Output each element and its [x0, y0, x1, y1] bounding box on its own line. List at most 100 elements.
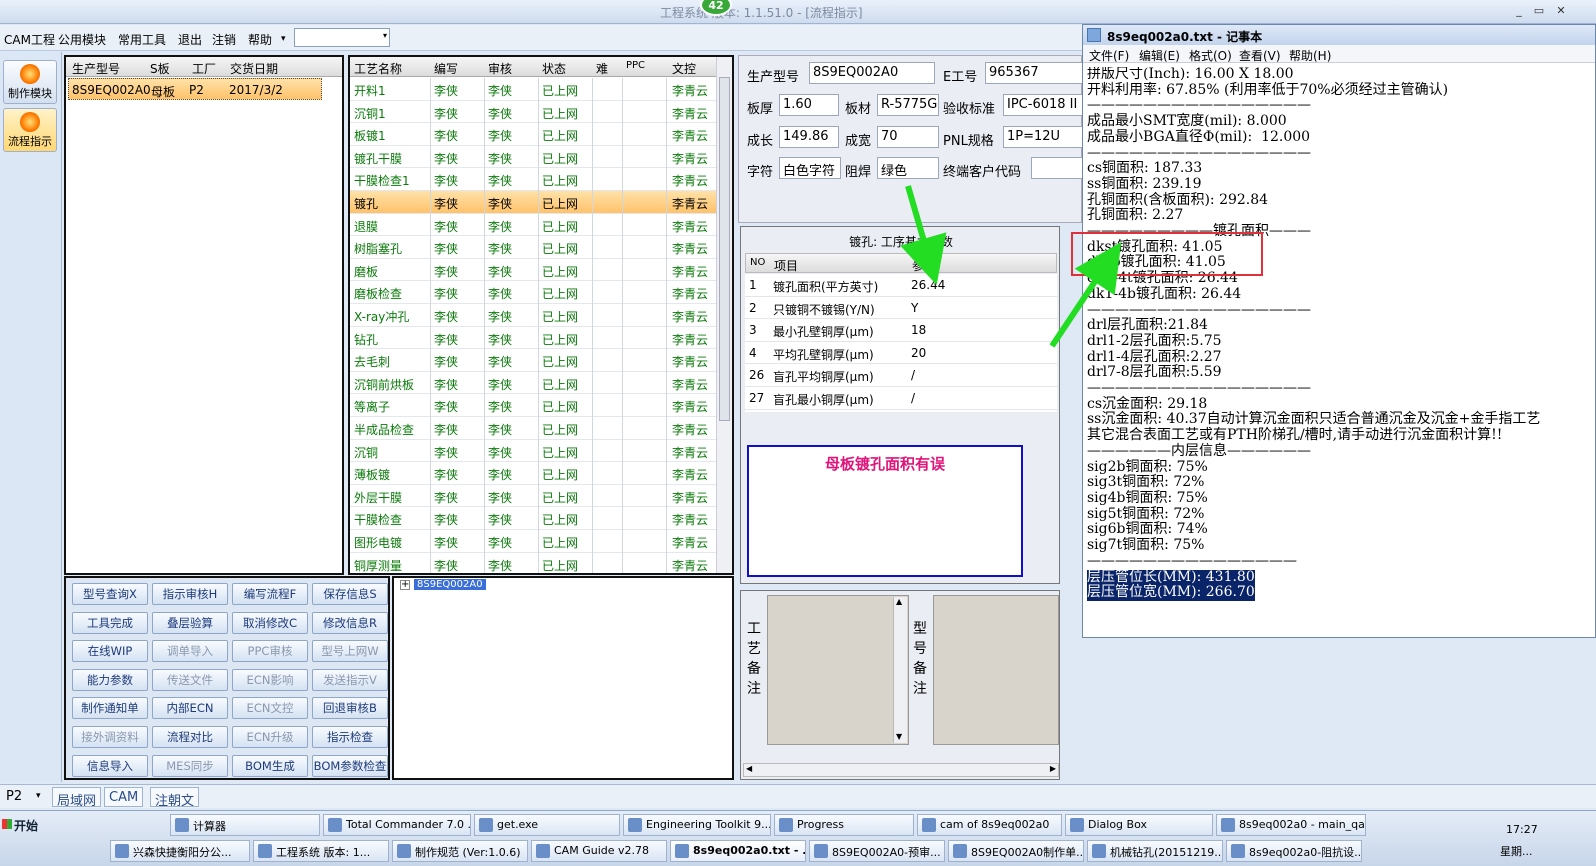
process-row[interactable]: 干膜检查1 李侠 李侠 已上网 李青云 — [350, 168, 716, 191]
craft-remark-scrollbar[interactable]: ▲ ▼ — [893, 597, 907, 743]
function-button[interactable]: 制作通知单 — [72, 697, 148, 720]
function-button[interactable]: BOM生成 — [232, 754, 308, 777]
col-param[interactable]: 参数 — [912, 257, 936, 274]
taskbar-item[interactable]: Engineering Toolkit 9.... — [623, 814, 771, 836]
taskbar-item[interactable]: 兴森快捷衡阳分公... — [110, 840, 250, 862]
function-button[interactable]: 型号查询X — [72, 583, 148, 605]
thickness-field[interactable]: 1.60 — [779, 94, 839, 116]
col-reviewer[interactable]: 审核 — [488, 60, 512, 77]
width-field[interactable]: 70 — [877, 126, 939, 148]
function-button[interactable]: 能力参数 — [72, 668, 148, 691]
param-row[interactable]: 26 盲孔平均铜厚(μm) / — [745, 364, 1057, 387]
solder-mask-field[interactable]: 绿色 — [877, 157, 939, 179]
function-button[interactable]: 接外调资料 — [72, 726, 148, 748]
taskbar-item[interactable]: 8S9EQ002A0-预审... — [809, 840, 945, 862]
function-button[interactable]: 内部ECN — [152, 697, 228, 720]
menu-help-arrow[interactable]: ▾ — [281, 34, 286, 44]
process-row[interactable]: 沉铜1 李侠 李侠 已上网 李青云 — [350, 101, 716, 124]
model-remark-field[interactable] — [933, 595, 1059, 745]
scroll-down-icon[interactable]: ▼ — [896, 732, 902, 741]
scroll-up-icon[interactable]: ▲ — [896, 597, 902, 606]
taskbar-item[interactable]: 机械钻孔(20151219... — [1087, 840, 1223, 862]
tab-cam[interactable]: CAM — [104, 787, 144, 807]
function-button[interactable]: 型号上网W — [312, 640, 388, 663]
process-row[interactable]: 开料1 李侠 李侠 已上网 李青云 — [350, 78, 716, 101]
process-row[interactable]: 镀孔干膜 李侠 李侠 已上网 李青云 — [350, 146, 716, 169]
col-process-name[interactable]: 工艺名称 — [354, 60, 402, 77]
taskbar-item[interactable]: Total Commander 7.0 ... — [323, 814, 471, 836]
process-row[interactable]: 图形电镀 李侠 李侠 已上网 李青云 — [350, 530, 716, 553]
function-button[interactable]: 指示审核H — [152, 583, 228, 605]
param-row[interactable]: 27 盲孔最小铜厚(μm) / — [745, 387, 1057, 410]
menu-exit[interactable]: 退出 — [178, 31, 202, 48]
process-row[interactable]: 镀孔 李侠 李侠 已上网 李青云 — [350, 191, 716, 214]
process-row[interactable]: 薄板镀 李侠 李侠 已上网 李青云 — [350, 462, 716, 485]
menu-common-tools[interactable]: 常用工具 — [118, 31, 166, 48]
close-button[interactable]: ✕ — [1552, 4, 1570, 18]
tab-user[interactable]: 注朝文 — [150, 787, 200, 809]
process-row[interactable]: 磨板检查 李侠 李侠 已上网 李青云 — [350, 281, 716, 304]
menu-cam[interactable]: CAM工程 — [4, 31, 55, 48]
process-row[interactable]: 板镀1 李侠 李侠 已上网 李青云 — [350, 123, 716, 146]
length-field[interactable]: 149.86 — [779, 126, 839, 148]
process-scrollbar[interactable] — [716, 57, 732, 573]
function-button[interactable]: ECN影响 — [232, 668, 308, 691]
col-difficulty[interactable]: 难 — [596, 60, 608, 77]
process-row[interactable]: 树脂塞孔 李侠 李侠 已上网 李青云 — [350, 236, 716, 259]
function-button[interactable]: 保存信息S — [312, 583, 388, 605]
function-button[interactable]: ECN升级 — [232, 726, 308, 748]
col-delivery-date[interactable]: 交货日期 — [230, 60, 278, 77]
taskbar-item[interactable]: 8S9EQ002A0制作单... — [948, 840, 1084, 862]
factory-combo-arrow[interactable]: ▾ — [36, 791, 41, 801]
horizontal-scrollbar[interactable]: ◀ ▶ — [743, 763, 1059, 777]
menu-combobox[interactable]: ▾ — [294, 28, 390, 47]
notepad-menu-file[interactable]: 文件(F) — [1089, 47, 1129, 64]
process-row[interactable]: 等离子 李侠 李侠 已上网 李青云 — [350, 394, 716, 417]
function-button[interactable]: MES同步 — [152, 754, 228, 777]
notepad-menu-edit[interactable]: 编辑(E) — [1139, 47, 1180, 64]
process-row[interactable]: 干膜检查 李侠 李侠 已上网 李青云 — [350, 507, 716, 530]
function-button[interactable]: 调单导入 — [152, 640, 228, 663]
function-button[interactable]: 取消修改C — [232, 611, 308, 634]
process-row[interactable]: X-ray冲孔 李侠 李侠 已上网 李青云 — [350, 304, 716, 327]
function-button[interactable]: 流程对比 — [152, 726, 228, 748]
notepad-text-area[interactable]: 拼版尺寸(Inch): 16.00 X 18.00 开料利用率: 67.85% (… — [1087, 67, 1593, 637]
notepad-menu-help[interactable]: 帮助(H) — [1289, 47, 1331, 64]
function-button[interactable]: 工具完成 — [72, 611, 148, 634]
scroll-right-icon[interactable]: ▶ — [1050, 764, 1056, 773]
taskbar-item[interactable]: cam of 8s9eq002a0 — [917, 814, 1062, 836]
customer-code-field[interactable] — [1031, 157, 1083, 179]
taskbar-item[interactable]: get.exe — [474, 814, 620, 836]
notepad-menu-format[interactable]: 格式(O) — [1189, 47, 1232, 64]
function-button[interactable]: 修改信息R — [312, 611, 388, 634]
material-field[interactable]: R-5775G — [877, 94, 939, 116]
function-button[interactable]: 编写流程F — [232, 583, 308, 605]
pnl-field[interactable]: 1P=12U — [1003, 126, 1083, 148]
standard-field[interactable]: IPC-6018 II — [1003, 94, 1083, 116]
process-row[interactable]: 外层干膜 李侠 李侠 已上网 李青云 — [350, 485, 716, 508]
menu-logout[interactable]: 注销 — [212, 31, 236, 48]
process-row[interactable]: 半成品检查 李侠 李侠 已上网 李青云 — [350, 417, 716, 440]
col-doc-control[interactable]: 文控 — [672, 60, 696, 77]
col-item[interactable]: 项目 — [774, 257, 798, 274]
param-row[interactable]: 3 最小孔壁铜厚(μm) 18 — [745, 319, 1057, 342]
expand-icon[interactable]: + — [400, 580, 410, 590]
maximize-button[interactable]: ▭ — [1530, 4, 1548, 18]
taskbar-item[interactable]: CAM Guide v2.78 — [531, 840, 667, 862]
taskbar-item[interactable]: 工程系统 版本: 1... — [253, 840, 389, 862]
function-button[interactable]: 传送文件 — [152, 668, 228, 691]
tree-node[interactable]: 8S9EQ002A0 — [414, 579, 486, 590]
col-writer[interactable]: 编写 — [434, 60, 458, 77]
col-model[interactable]: 生产型号 — [72, 60, 120, 77]
function-button[interactable]: ECN文控 — [232, 697, 308, 720]
make-module-button[interactable]: 制作模块 — [3, 60, 57, 104]
model-field[interactable]: 8S9EQ002A0 — [809, 62, 935, 84]
minimize-button[interactable]: _ — [1510, 4, 1528, 18]
notepad-menu-view[interactable]: 查看(V) — [1239, 47, 1281, 64]
taskbar-item[interactable]: 8s9eq002a0.txt - ... — [670, 840, 806, 862]
col-factory[interactable]: 工厂 — [192, 60, 216, 77]
process-row[interactable]: 钻孔 李侠 李侠 已上网 李青云 — [350, 327, 716, 350]
scroll-left-icon[interactable]: ◀ — [746, 764, 752, 773]
craft-remark-field[interactable] — [767, 595, 909, 745]
function-button[interactable]: 回退审核B — [312, 697, 388, 720]
